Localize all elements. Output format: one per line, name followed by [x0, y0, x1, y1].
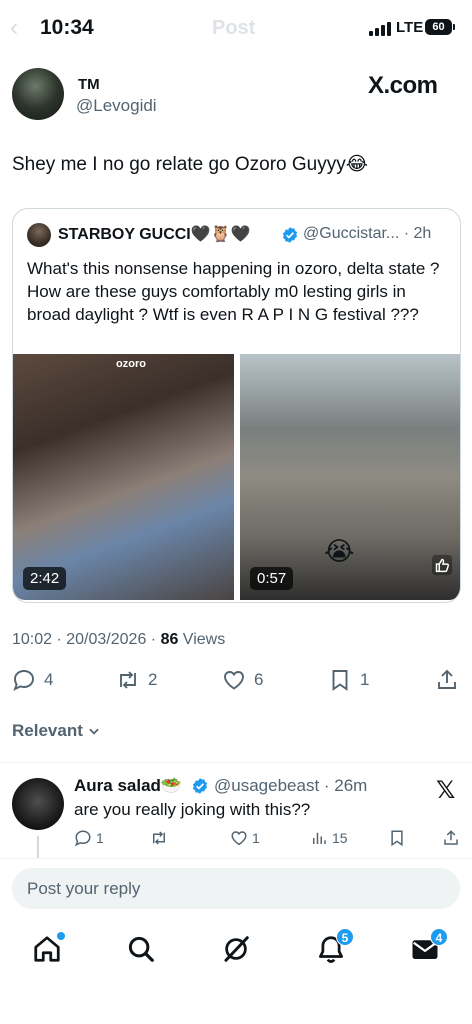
reply-bookmark-button[interactable]: [388, 829, 406, 847]
divider: [0, 858, 472, 859]
quoted-tweet-text: What's this nonsense happening in ozoro,…: [27, 259, 440, 324]
repost-count: 2: [148, 670, 158, 689]
messages-badge: 4: [430, 928, 448, 946]
share-icon: [438, 669, 456, 689]
reply-actions: 1 1 15: [0, 829, 472, 851]
bookmark-icon: [391, 830, 403, 847]
reply-share-button[interactable]: [442, 829, 460, 847]
video-caption: ozoro: [116, 358, 146, 370]
quoted-handle-time: @Guccistar... · 2h: [303, 225, 432, 242]
xcom-watermark: X.com: [368, 72, 438, 99]
reply-like-button[interactable]: 1: [230, 829, 260, 847]
battery-tip: [453, 24, 455, 30]
verified-badge-icon: [192, 778, 208, 794]
repost-icon: [153, 831, 165, 845]
heart-icon: [224, 671, 244, 690]
reply-author-name[interactable]: Aura salad🥗: [74, 776, 182, 796]
like-button[interactable]: 6: [222, 668, 263, 692]
bookmark-icon: [332, 670, 348, 691]
sort-dropdown[interactable]: Relevant: [12, 721, 101, 741]
author-avatar[interactable]: [12, 68, 64, 120]
video-thumbnail-1[interactable]: ozoro 2:42: [13, 354, 234, 600]
reply-repost-button[interactable]: [150, 829, 172, 847]
video-thumbnail-2[interactable]: 😭 0:57: [240, 354, 460, 600]
nav-messages[interactable]: 4: [410, 928, 448, 964]
reply-view-count: 15: [332, 830, 348, 846]
reply-input[interactable]: [12, 868, 460, 909]
tweet-actions: 4 2 6 1: [0, 668, 472, 700]
reply-views-button[interactable]: 15: [310, 829, 348, 847]
status-time: 10:34: [40, 16, 94, 39]
ghost-page-title: Post: [212, 17, 256, 39]
reply-like-count: 1: [252, 830, 260, 846]
reply-handle-time: @usagebeast · 26m: [214, 776, 368, 795]
reply-icon: [74, 830, 91, 847]
reply-reply-count: 1: [96, 830, 104, 846]
nav-notifications[interactable]: 5: [316, 928, 354, 964]
views-label: Views: [178, 631, 226, 648]
network-type: LTE: [396, 19, 424, 36]
reply-button[interactable]: 4: [12, 668, 53, 692]
bookmark-count: 1: [360, 670, 370, 689]
status-bar: ‹ 10:34 Post LTE 60: [0, 0, 472, 56]
reply-reply-button[interactable]: 1: [74, 829, 104, 847]
views-chart-icon: [313, 832, 326, 844]
video-duration-1: 2:42: [23, 567, 67, 590]
reply-text: are you really joking with this??: [74, 800, 311, 819]
reply-icon: [13, 670, 34, 691]
repost-icon: [120, 671, 136, 689]
verified-badge-icon: [282, 227, 298, 243]
video-duration-2: 0:57: [250, 567, 294, 590]
sort-label: Relevant: [12, 721, 83, 740]
chevron-down-icon: [89, 728, 99, 735]
nav-search[interactable]: [126, 934, 156, 964]
author-name[interactable]: TM: [78, 76, 100, 93]
x-logo-icon: 𝕏: [436, 777, 456, 804]
reply-count: 4: [44, 670, 54, 689]
tweet-text: Shey me I no go relate go Ozoro Guyyy😂: [12, 154, 368, 175]
bookmark-button[interactable]: 1: [328, 668, 369, 692]
crying-emoji-overlay: 😭: [324, 536, 355, 566]
quoted-tweet-card[interactable]: STARBOY GUCCI🖤🦉🖤 @Guccistar... · 2h What…: [12, 208, 461, 603]
tweet-timestamp: 10:02 · 20/03/2026 ·: [12, 631, 161, 648]
tweet-meta: 10:02 · 20/03/2026 · 86 Views: [12, 631, 225, 649]
divider: [0, 762, 472, 763]
back-chevron-icon[interactable]: ‹: [10, 14, 18, 42]
share-button[interactable]: [435, 668, 459, 692]
author-handle[interactable]: @Levogidi: [76, 96, 157, 116]
quoted-author-avatar[interactable]: [27, 223, 51, 247]
nav-grok[interactable]: [221, 934, 251, 964]
nav-home[interactable]: [32, 932, 65, 964]
views-count: 86: [160, 631, 179, 648]
battery-icon: 60: [425, 19, 452, 35]
heart-icon: [231, 831, 247, 846]
notifications-badge: 5: [336, 928, 354, 946]
bottom-nav: 5 4: [0, 926, 472, 976]
reply-author-avatar[interactable]: [12, 778, 64, 830]
reply-composer[interactable]: [12, 868, 460, 909]
thumbs-up-icon[interactable]: [431, 554, 453, 576]
grok-icon: [224, 936, 249, 962]
repost-button[interactable]: 2: [116, 668, 157, 692]
quoted-author-name[interactable]: STARBOY GUCCI🖤🦉🖤: [58, 224, 251, 244]
like-count: 6: [254, 670, 264, 689]
home-unread-dot: [57, 932, 65, 940]
share-icon: [444, 830, 458, 845]
search-icon: [128, 936, 154, 962]
signal-icon: [369, 22, 391, 36]
